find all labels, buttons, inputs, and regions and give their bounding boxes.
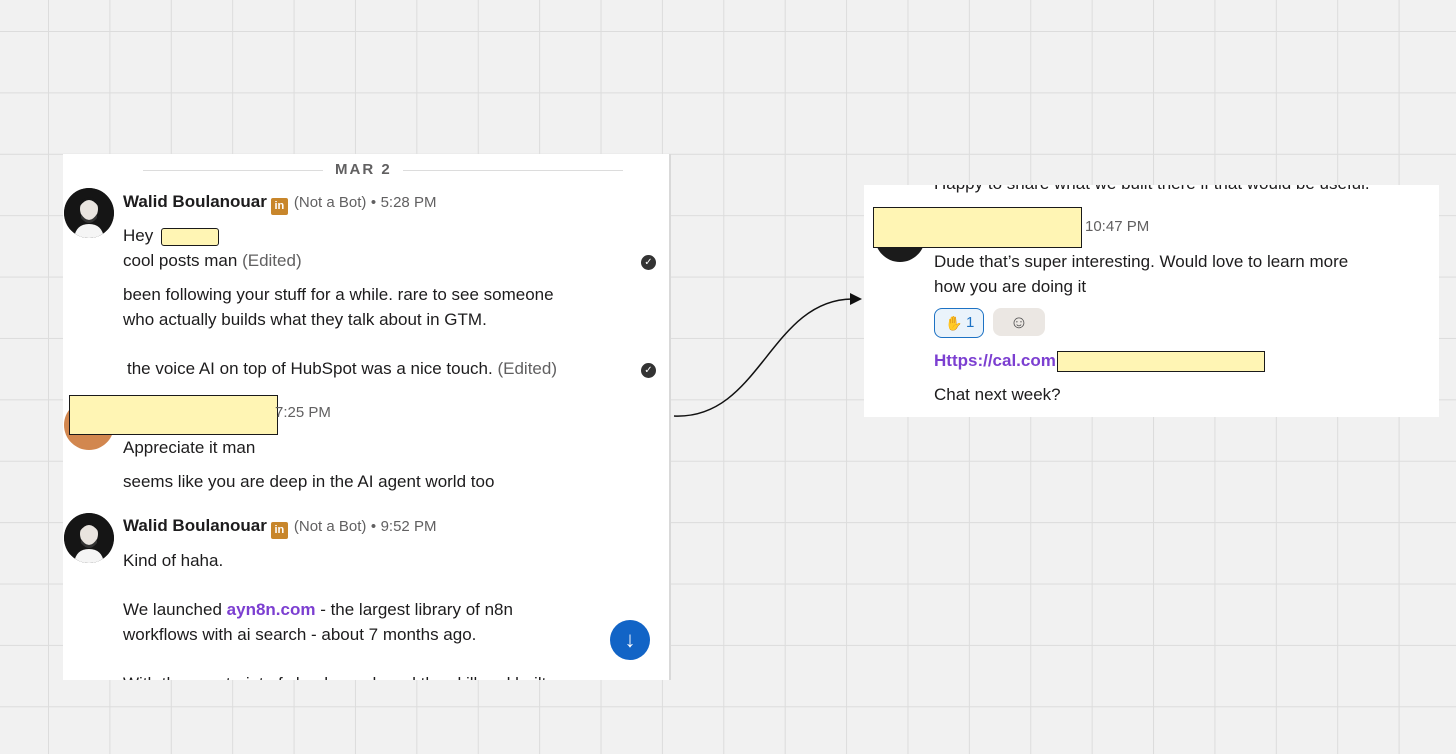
message-time[interactable]: 10:47 PM — [1085, 218, 1149, 235]
message-text: - the largest library of n8n — [315, 600, 513, 619]
message-line: We launched ayn8n.com - the largest libr… — [123, 597, 513, 622]
separator-dot: • — [370, 518, 377, 535]
avatar[interactable] — [64, 513, 114, 563]
message-line: the voice AI on top of HubSpot was a nic… — [127, 356, 557, 381]
message-line: cool posts man (Edited) — [123, 248, 302, 273]
greeting-text: Hey — [123, 226, 154, 245]
raised-hands-icon: ✋ — [945, 315, 963, 331]
avatar[interactable] — [64, 188, 114, 238]
separator-dot: • — [370, 194, 377, 211]
reaction-count: 1 — [966, 314, 975, 331]
reaction-pill[interactable]: ✋ 1 — [934, 308, 984, 338]
redaction-box — [69, 395, 278, 435]
message-time[interactable]: 7:25 PM — [275, 404, 331, 421]
redaction-box — [873, 207, 1082, 248]
check-circle-icon: ✓ — [641, 255, 656, 270]
message-text: Appreciate it man — [123, 438, 256, 457]
message-paragraph: Dude that’s super interesting. Would lov… — [934, 249, 1348, 299]
message-header: Walid Boulanouar in (Not a Bot) • 5:28 PM — [123, 192, 436, 215]
check-circle-icon: ✓ — [641, 363, 656, 378]
redaction-box — [161, 228, 219, 246]
conversation-panel-left: MAR 2 Walid Boulanouar in (Not a Bot) • 5:… — [63, 154, 671, 680]
author-name[interactable]: Walid Boulanouar — [123, 516, 267, 535]
linkedin-icon[interactable]: in — [270, 198, 288, 215]
add-reaction-button[interactable]: ☺ — [993, 308, 1045, 336]
message-text: Chat next week? — [934, 385, 1061, 404]
message-text-cut: With the constraint of cloud, we shared … — [123, 671, 546, 680]
message-text: been following your stuff for a while. r… — [123, 285, 554, 304]
message-text: the voice AI on top of HubSpot was a nic… — [127, 359, 493, 378]
message-line: Https://cal.com — [934, 348, 1056, 373]
add-emoji-icon: ☺ — [1009, 312, 1029, 332]
date-divider: MAR 2 — [63, 160, 669, 180]
author-tag: (Not a Bot) — [293, 194, 367, 211]
message-text: seems like you are deep in the AI agent … — [123, 472, 495, 491]
arrow-down-icon: ↓ — [624, 627, 636, 652]
message-text: cool posts man — [123, 251, 238, 270]
message-text-cut: Happy to share what we built there if th… — [934, 185, 1370, 196]
edited-label: (Edited) — [242, 251, 302, 270]
message-text: Dude that’s super interesting. Would lov… — [934, 252, 1349, 271]
message-text: who actually builds what they talk about… — [123, 310, 487, 329]
linkedin-icon[interactable]: in — [270, 522, 288, 539]
redaction-box — [1057, 351, 1265, 372]
date-label: MAR 2 — [335, 161, 392, 178]
website-link[interactable]: ayn8n.com — [227, 600, 316, 619]
author-tag: (Not a Bot) — [293, 518, 367, 535]
scroll-to-bottom-button[interactable]: ↓ — [610, 620, 650, 660]
message-time[interactable]: 5:28 PM — [381, 194, 437, 211]
conversation-panel-right: Happy to share what we built there if th… — [864, 185, 1439, 417]
message-header: Walid Boulanouar in (Not a Bot) • 9:52 PM — [123, 516, 436, 539]
edited-label: (Edited) — [497, 359, 557, 378]
message-text: We launched — [123, 600, 227, 619]
author-name[interactable]: Walid Boulanouar — [123, 192, 267, 211]
message-text: Kind of haha. — [123, 551, 224, 570]
message-text: workflows with ai search - about 7 month… — [123, 625, 477, 644]
calendar-link[interactable]: Https://cal.com — [934, 351, 1056, 370]
message-paragraph: been following your stuff for a while. r… — [123, 282, 554, 332]
message-greeting: Hey — [123, 223, 153, 248]
message-text: how you are doing it — [934, 277, 1087, 296]
message-time[interactable]: 9:52 PM — [381, 518, 437, 535]
